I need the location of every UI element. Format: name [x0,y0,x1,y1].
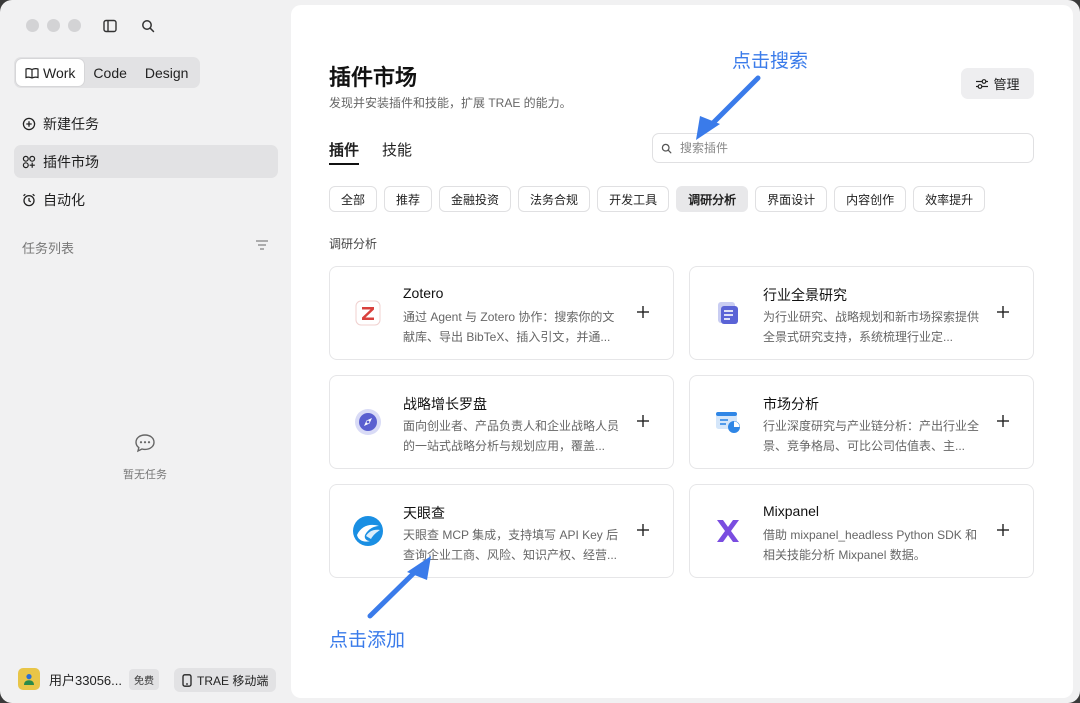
add-plugin-button[interactable] [993,411,1013,431]
plugin-search-input[interactable] [680,141,1010,155]
avatar [18,668,40,690]
manage-label: 管理 [993,77,1020,92]
app-window: Work Code Design 新建任务 插件市场 自动化 任务列表 暂无任务 [0,0,1080,703]
plugin-card-industry-research[interactable]: 行业全景研究 为行业研究、战略规划和新市场探索提供全景式研究支持，系统梳理行业定… [689,266,1034,360]
add-plugin-button[interactable] [993,520,1013,540]
add-plugin-button[interactable] [993,302,1013,322]
sidebar-item-new-task[interactable]: 新建任务 [14,107,278,140]
plugin-search-box [652,133,1034,163]
annotation-search-hint: 点击搜索 [732,51,809,72]
empty-state: 暂无任务 [0,433,290,482]
plugin-name: 战略增长罗盘 [403,396,487,412]
add-plugin-button[interactable] [633,411,653,431]
alarm-clock-icon [23,193,35,206]
plugin-market-panel: 插件市场 发现并安装插件和技能，扩展 TRAE 的能力。 管理 插件 技能 全部… [291,5,1073,698]
annotation-add-hint: 点击添加 [329,630,406,651]
zotero-icon [352,297,384,329]
chat-bubble-icon [135,434,155,453]
category-chip-content[interactable]: 内容创作 [834,186,907,212]
category-chip-productivity[interactable]: 效率提升 [913,186,986,212]
sidebar-item-plugin-market[interactable]: 插件市场 [14,145,278,178]
tianyancha-icon [352,515,384,547]
category-chip-legal[interactable]: 法务合规 [518,186,591,212]
mode-code-label: Code [93,64,127,81]
search-icon [661,143,672,153]
task-list-title: 任务列表 [22,241,75,256]
category-chip-research[interactable]: 调研分析 [676,186,749,212]
plus-icon [997,524,1009,536]
minimize-window-button[interactable] [47,19,60,32]
category-chip-finance[interactable]: 金融投资 [439,186,512,212]
sliders-icon [976,78,989,89]
plan-badge: 免费 [129,668,159,690]
category-filter-bar: 全部 推荐 金融投资 法务合规 开发工具 调研分析 界面设计 内容创作 效率提升 [329,186,986,212]
plugin-card-market-analysis[interactable]: 市场分析 行业深度研究与产业链分析：产出行业全景、竞争格局、可比公司估值表、主.… [689,375,1034,469]
category-chip-devtools[interactable]: 开发工具 [597,186,670,212]
sidebar-item-label: 插件市场 [43,153,99,170]
mode-design[interactable]: Design [136,59,198,86]
sidebar-item-label: 新建任务 [43,115,99,132]
mobile-app-button[interactable]: TRAE 移动端 [174,668,277,692]
plus-icon [997,415,1009,427]
tab-plugins[interactable]: 插件 [329,139,359,160]
plugin-description: 通过 Agent 与 Zotero 协作：搜索你的文献库、导出 BibTeX、插… [403,310,615,344]
empty-text: 暂无任务 [123,469,167,481]
maximize-window-button[interactable] [68,19,81,32]
page-subtitle: 发现并安装插件和技能，扩展 TRAE 的能力。 [329,96,572,110]
plugin-description: 行业深度研究与产业链分析：产出行业全景、竞争格局、可比公司估值表、主... [763,419,980,453]
plugin-description: 天眼查 MCP 集成，支持填写 API Key 后查询企业工商、风险、知识产权、… [403,528,619,562]
plugin-name: 市场分析 [763,396,819,412]
plugin-name: 行业全景研究 [763,287,847,303]
category-chip-ui-design[interactable]: 界面设计 [755,186,828,212]
plugin-card-mixpanel[interactable]: Mixpanel 借助 mixpanel_headless Python SDK… [689,484,1034,578]
filter-icon[interactable] [255,238,269,256]
user-icon [24,674,34,685]
search-icon[interactable] [139,17,157,35]
plugin-name: 天眼查 [403,505,445,521]
plus-icon [637,415,649,427]
plus-icon [997,306,1009,318]
category-chip-all[interactable]: 全部 [329,186,378,212]
section-title: 调研分析 [329,237,378,251]
plugin-description: 借助 mixpanel_headless Python SDK 和相关技能分析 … [763,528,978,562]
plus-icon [637,306,649,318]
plugin-description: 面向创业者、产品负责人和企业战略人员的一站式战略分析与规划应用，覆盖... [403,419,620,453]
sidebar-item-automation[interactable]: 自动化 [14,183,278,216]
manage-button[interactable]: 管理 [961,68,1034,99]
add-plugin-button[interactable] [633,302,653,322]
add-circle-icon [22,117,36,130]
mode-code[interactable]: Code [84,59,135,86]
plugin-name: Zotero [403,285,444,301]
mobile-app-label: TRAE 移动端 [197,673,269,688]
plugin-description: 为行业研究、战略规划和新市场探索提供全景式研究支持，系统梳理行业定... [763,310,980,344]
user-name: 用户33056... [49,672,122,688]
compass-icon [352,406,384,438]
plugin-card-tianyancha[interactable]: 天眼查 天眼查 MCP 集成，支持填写 API Key 后查询企业工商、风险、知… [329,484,674,578]
window-controls [26,19,81,32]
mode-work-label: Work [43,64,76,81]
tab-skills[interactable]: 技能 [382,139,412,160]
category-chip-recommended[interactable]: 推荐 [384,186,433,212]
phone-icon [182,673,192,687]
mode-switcher: Work Code Design [14,57,200,88]
page-title: 插件市场 [329,65,418,90]
sidebar-item-label: 自动化 [43,191,85,208]
active-tab-indicator [329,163,359,165]
user-profile[interactable]: 用户33056... 免费 [18,668,159,690]
mode-design-label: Design [144,64,189,81]
mode-work[interactable]: Work [16,59,85,86]
mixpanel-icon [712,515,744,547]
sidebar: Work Code Design 新建任务 插件市场 自动化 任务列表 暂无任务 [0,0,290,703]
sidebar-toggle-icon[interactable] [101,17,119,35]
plugin-name: Mixpanel [763,503,820,519]
plugin-card-zotero[interactable]: Zotero 通过 Agent 与 Zotero 协作：搜索你的文献库、导出 B… [329,266,674,360]
book-icon [25,67,39,79]
document-stack-icon [712,297,744,329]
plugin-card-strategy-compass[interactable]: 战略增长罗盘 面向创业者、产品负责人和企业战略人员的一站式战略分析与规划应用，覆… [329,375,674,469]
close-window-button[interactable] [26,19,39,32]
plus-icon [637,524,649,536]
add-plugin-button[interactable] [633,520,653,540]
chart-window-icon [712,406,744,438]
plugin-grid-icon [22,155,36,168]
